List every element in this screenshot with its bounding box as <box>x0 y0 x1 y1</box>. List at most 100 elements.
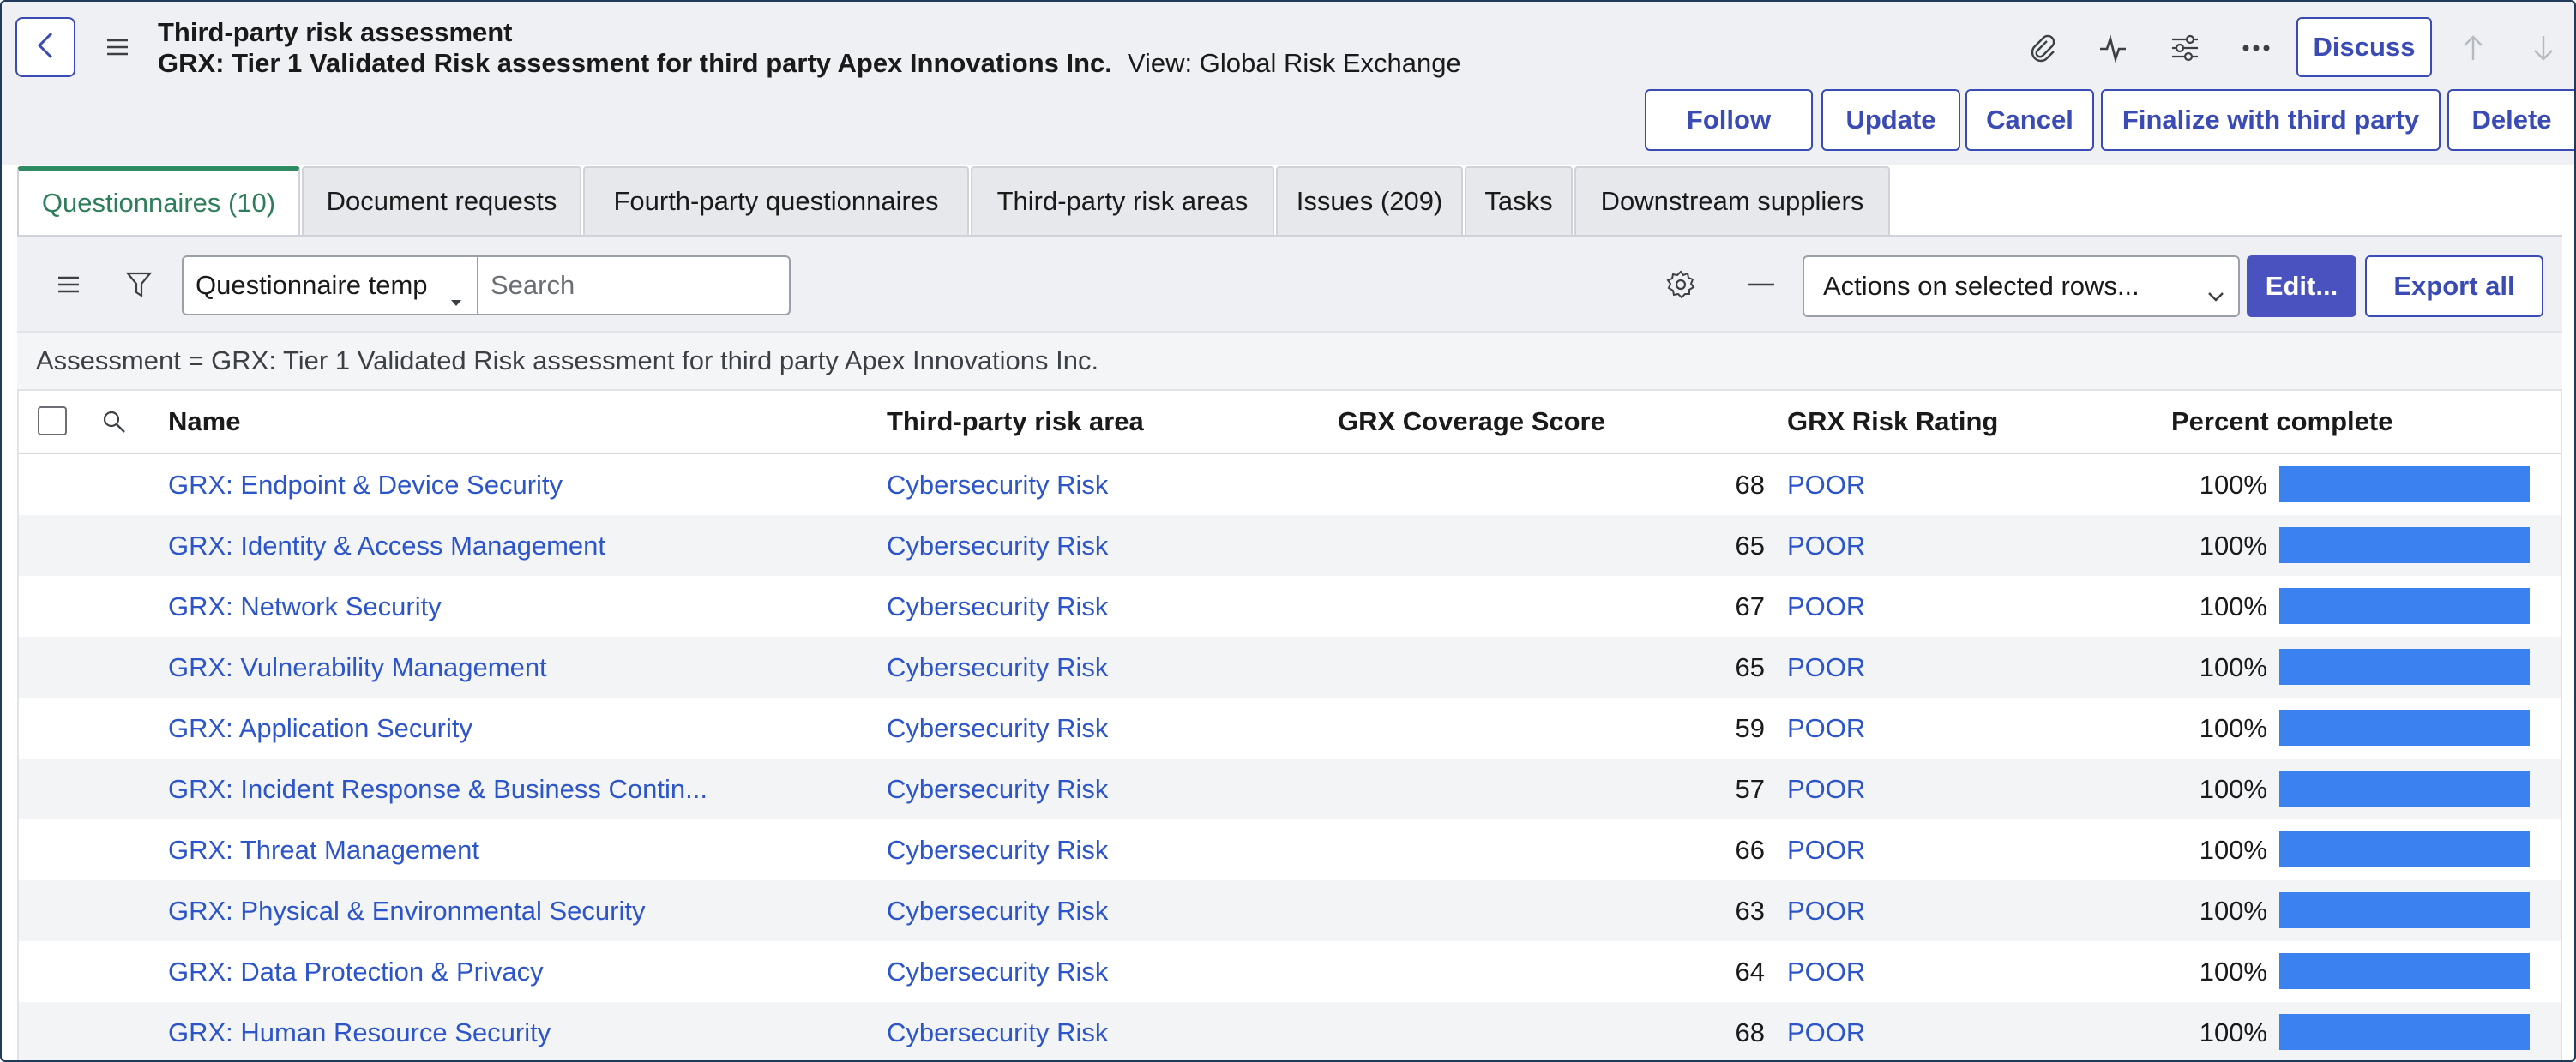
percent-complete-value: 100% <box>2199 651 2267 682</box>
tab-issues[interactable]: Issues (209) <box>1276 166 1463 235</box>
progress-bar-fill <box>2279 831 2530 867</box>
filter-breadcrumb[interactable]: Assessment = GRX: Tier 1 Validated Risk … <box>17 331 2562 389</box>
paperclip-icon[interactable] <box>2025 31 2060 65</box>
cancel-button[interactable]: Cancel <box>1965 89 2094 151</box>
discuss-button[interactable]: Discuss <box>2296 17 2432 77</box>
activity-icon[interactable] <box>2096 31 2130 65</box>
progress-bar-fill <box>2279 1014 2530 1050</box>
select-all-checkbox[interactable] <box>38 406 67 435</box>
risk-rating-link[interactable]: POOR <box>1787 576 1865 637</box>
risk-rating-link[interactable]: POOR <box>1787 759 1865 819</box>
table-row[interactable]: GRX: Endpoint & Device Security Cybersecu… <box>19 454 2561 515</box>
progress-bar-fill <box>2279 771 2530 807</box>
percent-complete-value: 100% <box>2199 530 2267 561</box>
risk-area-link[interactable]: Cybersecurity Risk <box>887 941 1108 1002</box>
questionnaire-name-link[interactable]: GRX: Application Security <box>168 698 472 759</box>
tab-questionnaires[interactable]: Questionnaires (10) <box>17 166 300 235</box>
finalize-with-third-party-button[interactable]: Finalize with third party <box>2101 89 2441 151</box>
search-input[interactable] <box>477 255 791 315</box>
risk-rating-link[interactable]: POOR <box>1787 819 1865 880</box>
form-title: Third-party risk assessment <box>158 17 513 47</box>
risk-rating-link[interactable]: POOR <box>1787 454 1865 515</box>
risk-area-link[interactable]: Cybersecurity Risk <box>887 880 1108 941</box>
questionnaire-name-link[interactable]: GRX: Endpoint & Device Security <box>168 454 563 515</box>
risk-rating-link[interactable]: POOR <box>1787 698 1865 759</box>
search-field-select[interactable]: Questionnaire temp <box>182 255 478 315</box>
questionnaire-name-link[interactable]: GRX: Threat Management <box>168 819 479 880</box>
risk-area-link[interactable]: Cybersecurity Risk <box>887 576 1108 637</box>
questionnaire-name-link[interactable]: GRX: Network Security <box>168 576 442 637</box>
chevron-down-icon <box>2207 278 2224 309</box>
column-header-coverage-score[interactable]: GRX Coverage Score <box>1338 391 1605 453</box>
follow-button[interactable]: Follow <box>1645 89 1813 151</box>
arrow-up-icon[interactable] <box>2456 31 2490 65</box>
list-toolbar: Questionnaire temp Actions on selected r… <box>17 235 2562 333</box>
actions-on-selected-rows-select[interactable]: Actions on selected rows... <box>1803 255 2240 317</box>
table-row[interactable]: GRX: Identity & Access Management Cyberse… <box>19 515 2561 576</box>
list-menu-icon[interactable] <box>50 266 87 303</box>
progress-bar-fill <box>2279 588 2530 624</box>
update-button[interactable]: Update <box>1821 89 1960 151</box>
questionnaire-name-link[interactable]: GRX: Physical & Environmental Security <box>168 880 646 941</box>
questionnaire-name-link[interactable]: GRX: Incident Response & Business Contin… <box>168 759 707 819</box>
table-row[interactable]: GRX: Vulnerability Management Cybersecuri… <box>19 637 2561 698</box>
column-header-risk-area[interactable]: Third-party risk area <box>887 391 1144 453</box>
progress-bar <box>2279 649 2530 685</box>
coverage-score: 59 <box>1735 712 1765 743</box>
table-row[interactable]: GRX: Application Security Cybersecurity R… <box>19 698 2561 759</box>
tab-document-requests[interactable]: Document requests <box>302 166 581 235</box>
record-header: Third-party risk assessment GRX: Tier 1 … <box>2 2 2574 165</box>
tab-downstream-suppliers[interactable]: Downstream suppliers <box>1574 166 1890 235</box>
coverage-score: 67 <box>1735 591 1765 621</box>
more-icon[interactable] <box>2239 31 2273 65</box>
settings-sliders-icon[interactable] <box>2168 31 2202 65</box>
hamburger-menu-icon[interactable] <box>103 33 132 62</box>
progress-bar <box>2279 953 2530 989</box>
gear-icon[interactable] <box>1662 266 1700 303</box>
tab-tasks[interactable]: Tasks <box>1465 166 1573 235</box>
table-row[interactable]: GRX: Data Protection & Privacy Cybersecur… <box>19 941 2561 1002</box>
risk-rating-link[interactable]: POOR <box>1787 1002 1865 1060</box>
delete-button[interactable]: Delete <box>2447 89 2574 151</box>
back-button[interactable] <box>15 17 75 77</box>
edit-button[interactable]: Edit... <box>2247 255 2356 317</box>
progress-bar <box>2279 771 2530 807</box>
risk-area-link[interactable]: Cybersecurity Risk <box>887 819 1108 880</box>
record-name: GRX: Tier 1 Validated Risk assessment fo… <box>158 48 1112 78</box>
questionnaire-name-link[interactable]: GRX: Vulnerability Management <box>168 637 547 698</box>
percent-complete-value: 100% <box>2199 834 2267 865</box>
collapse-icon[interactable] <box>1742 266 1780 303</box>
progress-bar-fill <box>2279 710 2530 746</box>
risk-rating-link[interactable]: POOR <box>1787 941 1865 1002</box>
risk-area-link[interactable]: Cybersecurity Risk <box>887 698 1108 759</box>
progress-bar-fill <box>2279 466 2530 502</box>
questionnaire-name-link[interactable]: GRX: Human Resource Security <box>168 1002 551 1060</box>
progress-bar <box>2279 1014 2530 1050</box>
column-header-percent-complete[interactable]: Percent complete <box>2171 391 2392 453</box>
table-row[interactable]: GRX: Incident Response & Business Contin… <box>19 759 2561 819</box>
table-row[interactable]: GRX: Human Resource Security Cybersecurit… <box>19 1002 2561 1060</box>
tab-third-party-risk-areas[interactable]: Third-party risk areas <box>971 166 1274 235</box>
table-row[interactable]: GRX: Network Security Cybersecurity Risk 6… <box>19 576 2561 637</box>
questionnaire-name-link[interactable]: GRX: Data Protection & Privacy <box>168 941 544 1002</box>
arrow-down-icon[interactable] <box>2526 31 2561 65</box>
risk-area-link[interactable]: Cybersecurity Risk <box>887 454 1108 515</box>
risk-rating-link[interactable]: POOR <box>1787 515 1865 576</box>
column-header-name[interactable]: Name <box>168 391 240 453</box>
column-header-risk-rating[interactable]: GRX Risk Rating <box>1787 391 1998 453</box>
risk-area-link[interactable]: Cybersecurity Risk <box>887 1002 1108 1060</box>
table-row[interactable]: GRX: Physical & Environmental Security Cy… <box>19 880 2561 941</box>
risk-area-link[interactable]: Cybersecurity Risk <box>887 515 1108 576</box>
coverage-score: 63 <box>1735 895 1765 926</box>
column-search-icon[interactable] <box>101 391 127 453</box>
questionnaire-name-link[interactable]: GRX: Identity & Access Management <box>168 515 605 576</box>
table-row[interactable]: GRX: Threat Management Cybersecurity Risk… <box>19 819 2561 880</box>
filter-icon[interactable] <box>120 266 158 303</box>
risk-rating-link[interactable]: POOR <box>1787 880 1865 941</box>
risk-area-link[interactable]: Cybersecurity Risk <box>887 759 1108 819</box>
export-all-button[interactable]: Export all <box>2365 255 2543 317</box>
risk-rating-link[interactable]: POOR <box>1787 637 1865 698</box>
risk-area-link[interactable]: Cybersecurity Risk <box>887 637 1108 698</box>
percent-complete-value: 100% <box>2199 469 2267 500</box>
tab-fourth-party-questionnaires[interactable]: Fourth-party questionnaires <box>583 166 969 235</box>
